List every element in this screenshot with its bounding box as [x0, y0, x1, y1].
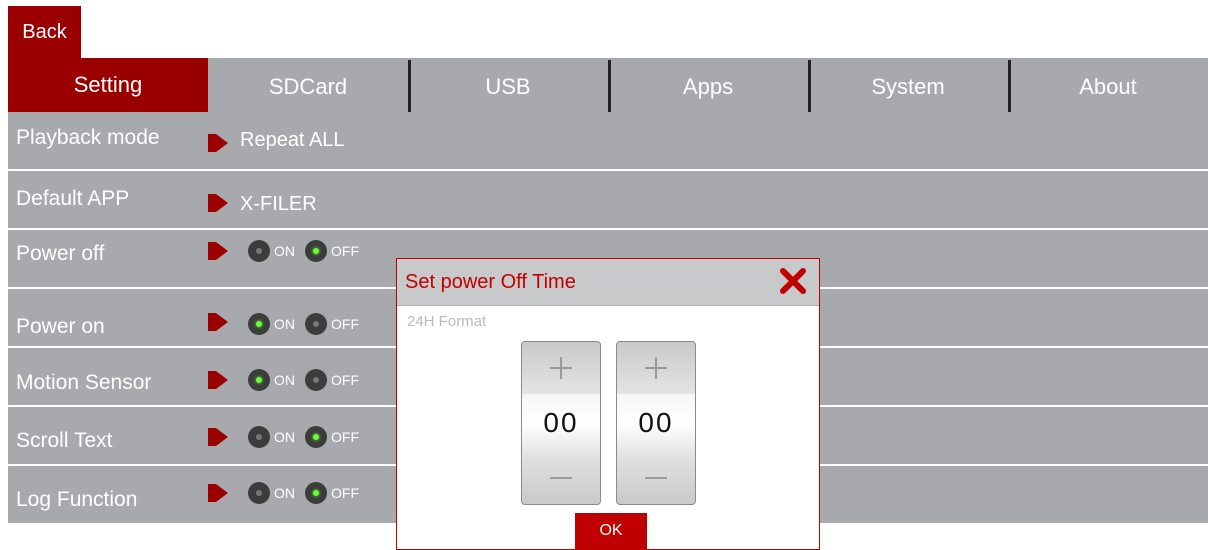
power-off-toggle: ON OFF	[248, 240, 359, 262]
tab-system[interactable]: System	[808, 58, 1008, 112]
off-label: OFF	[331, 372, 359, 388]
on-label: ON	[274, 316, 295, 332]
on-label: ON	[274, 429, 295, 445]
off-label: OFF	[331, 485, 359, 501]
log-function-on-option[interactable]: ON	[248, 482, 295, 504]
tab-usb[interactable]: USB	[408, 58, 608, 112]
tab-about[interactable]: About	[1008, 58, 1208, 112]
log-function-label: Log Function	[16, 488, 138, 511]
scroll-text-off-option[interactable]: OFF	[305, 426, 359, 448]
power-off-time-dialog: Set power Off Time 24H Format 00 00 OK	[396, 258, 820, 550]
playback-mode-value: Repeat ALL	[240, 129, 345, 151]
default-app-label: Default APP	[16, 187, 130, 210]
power-on-label: Power on	[16, 315, 105, 338]
power-on-toggle: ON OFF	[248, 313, 359, 335]
power-on-off-option[interactable]: OFF	[305, 313, 359, 335]
on-label: ON	[274, 372, 295, 388]
plus-icon	[550, 357, 572, 379]
playback-mode-label: Playback mode	[16, 126, 160, 149]
tab-setting[interactable]: Setting	[8, 58, 208, 112]
minutes-decrement-button[interactable]	[617, 452, 695, 504]
radio-on-icon	[248, 313, 270, 335]
minutes-value[interactable]: 00	[617, 394, 695, 452]
motion-sensor-toggle: ON OFF	[248, 369, 359, 391]
off-label: OFF	[331, 429, 359, 445]
radio-off-icon	[305, 369, 327, 391]
minutes-spinner: 00	[616, 341, 696, 505]
hours-increment-button[interactable]	[522, 342, 600, 394]
minus-icon	[645, 477, 667, 479]
motion-sensor-label: Motion Sensor	[16, 371, 152, 394]
power-off-off-option[interactable]: OFF	[305, 240, 359, 262]
plus-icon	[645, 357, 667, 379]
minutes-increment-button[interactable]	[617, 342, 695, 394]
radio-off-icon	[248, 426, 270, 448]
minus-icon	[550, 477, 572, 479]
radio-off-icon	[305, 313, 327, 335]
scroll-text-label: Scroll Text	[16, 429, 113, 452]
arrow-right-icon	[208, 242, 228, 260]
ok-button[interactable]: OK	[575, 513, 647, 549]
hours-value[interactable]: 00	[522, 394, 600, 452]
default-app-row[interactable]: Default APP X-FILER	[8, 171, 1208, 230]
default-app-value: X-FILER	[240, 193, 317, 215]
arrow-right-icon	[208, 484, 228, 502]
radio-off-icon	[248, 240, 270, 262]
dialog-header: Set power Off Time	[397, 259, 819, 306]
log-function-toggle: ON OFF	[248, 482, 359, 504]
arrow-right-icon	[208, 428, 228, 446]
tab-apps[interactable]: Apps	[608, 58, 808, 112]
back-button[interactable]: Back	[8, 6, 81, 58]
power-off-label: Power off	[16, 242, 105, 265]
power-on-on-option[interactable]: ON	[248, 313, 295, 335]
hours-decrement-button[interactable]	[522, 452, 600, 504]
scroll-text-toggle: ON OFF	[248, 426, 359, 448]
tab-bar: Setting SDCard USB Apps System About	[8, 58, 1208, 112]
off-label: OFF	[331, 316, 359, 332]
dialog-title: Set power Off Time	[405, 271, 576, 293]
radio-on-icon	[248, 369, 270, 391]
radio-on-icon	[305, 240, 327, 262]
on-label: ON	[274, 485, 295, 501]
tab-sdcard[interactable]: SDCard	[208, 58, 408, 112]
on-label: ON	[274, 243, 295, 259]
close-icon[interactable]	[777, 265, 809, 297]
scroll-text-on-option[interactable]: ON	[248, 426, 295, 448]
arrow-right-icon	[208, 134, 228, 152]
arrow-right-icon	[208, 313, 228, 331]
radio-on-icon	[305, 426, 327, 448]
playback-mode-row[interactable]: Playback mode Repeat ALL	[8, 112, 1208, 171]
radio-off-icon	[248, 482, 270, 504]
format-label: 24H Format	[407, 313, 487, 330]
off-label: OFF	[331, 243, 359, 259]
radio-on-icon	[305, 482, 327, 504]
power-off-on-option[interactable]: ON	[248, 240, 295, 262]
arrow-right-icon	[208, 194, 228, 212]
motion-sensor-on-option[interactable]: ON	[248, 369, 295, 391]
arrow-right-icon	[208, 371, 228, 389]
hours-spinner: 00	[521, 341, 601, 505]
log-function-off-option[interactable]: OFF	[305, 482, 359, 504]
motion-sensor-off-option[interactable]: OFF	[305, 369, 359, 391]
